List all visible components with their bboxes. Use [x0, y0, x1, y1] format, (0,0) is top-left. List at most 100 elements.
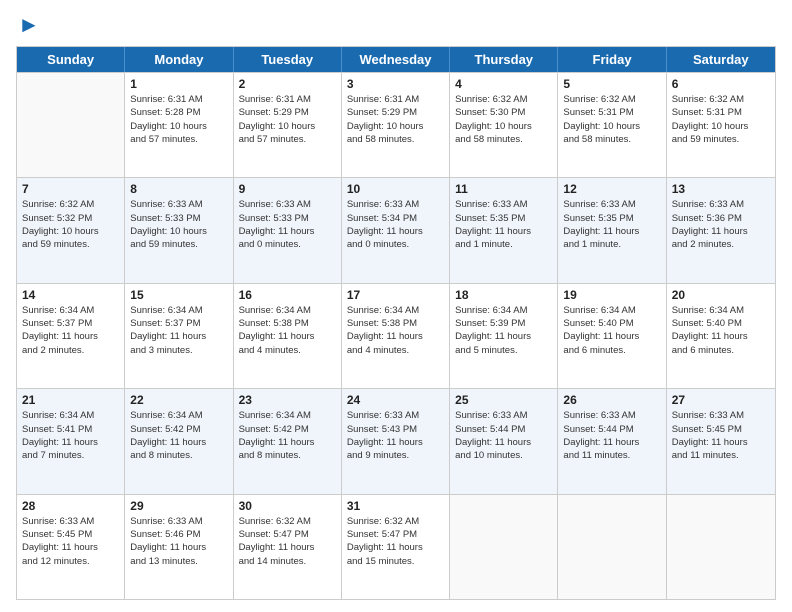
- day-info: Sunrise: 6:32 AM Sunset: 5:47 PM Dayligh…: [239, 515, 336, 568]
- day-cell-19: 19 Sunrise: 6:34 AM Sunset: 5:40 PM Dayli…: [558, 284, 666, 388]
- day-info: Sunrise: 6:34 AM Sunset: 5:41 PM Dayligh…: [22, 409, 119, 462]
- day-info: Sunrise: 6:33 AM Sunset: 5:35 PM Dayligh…: [455, 198, 552, 251]
- day-number: 12: [563, 182, 660, 196]
- day-info: Sunrise: 6:33 AM Sunset: 5:44 PM Dayligh…: [455, 409, 552, 462]
- day-cell-15: 15 Sunrise: 6:34 AM Sunset: 5:37 PM Dayli…: [125, 284, 233, 388]
- day-cell-8: 8 Sunrise: 6:33 AM Sunset: 5:33 PM Daylig…: [125, 178, 233, 282]
- day-cell-17: 17 Sunrise: 6:34 AM Sunset: 5:38 PM Dayli…: [342, 284, 450, 388]
- day-number: 19: [563, 288, 660, 302]
- empty-cell: [17, 73, 125, 177]
- header-day-monday: Monday: [125, 47, 233, 72]
- day-number: 1: [130, 77, 227, 91]
- logo: ►: [16, 12, 40, 38]
- day-cell-5: 5 Sunrise: 6:32 AM Sunset: 5:31 PM Daylig…: [558, 73, 666, 177]
- page: ► SundayMondayTuesdayWednesdayThursdayFr…: [0, 0, 792, 612]
- day-cell-21: 21Sunrise: 6:34 AM Sunset: 5:41 PM Dayli…: [17, 389, 125, 493]
- day-cell-13: 13 Sunrise: 6:33 AM Sunset: 5:36 PM Dayli…: [667, 178, 775, 282]
- header-day-wednesday: Wednesday: [342, 47, 450, 72]
- calendar-header: SundayMondayTuesdayWednesdayThursdayFrid…: [17, 47, 775, 72]
- day-cell-31: 31 Sunrise: 6:32 AM Sunset: 5:47 PM Dayli…: [342, 495, 450, 599]
- day-cell-11: 11 Sunrise: 6:33 AM Sunset: 5:35 PM Dayli…: [450, 178, 558, 282]
- day-info: Sunrise: 6:33 AM Sunset: 5:33 PM Dayligh…: [130, 198, 227, 251]
- day-info: Sunrise: 6:33 AM Sunset: 5:46 PM Dayligh…: [130, 515, 227, 568]
- day-number: 31: [347, 499, 444, 513]
- day-cell-4: 4Sunrise: 6:32 AM Sunset: 5:30 PM Daylig…: [450, 73, 558, 177]
- day-number: 15: [130, 288, 227, 302]
- day-number: 14: [22, 288, 119, 302]
- day-number: 2: [239, 77, 336, 91]
- day-cell-30: 30Sunrise: 6:32 AM Sunset: 5:47 PM Dayli…: [234, 495, 342, 599]
- day-cell-27: 27 Sunrise: 6:33 AM Sunset: 5:45 PM Dayli…: [667, 389, 775, 493]
- day-number: 17: [347, 288, 444, 302]
- day-number: 26: [563, 393, 660, 407]
- day-number: 16: [239, 288, 336, 302]
- day-info: Sunrise: 6:32 AM Sunset: 5:47 PM Dayligh…: [347, 515, 444, 568]
- day-number: 8: [130, 182, 227, 196]
- day-info: Sunrise: 6:33 AM Sunset: 5:35 PM Dayligh…: [563, 198, 660, 251]
- day-number: 3: [347, 77, 444, 91]
- day-number: 29: [130, 499, 227, 513]
- day-cell-22: 22 Sunrise: 6:34 AM Sunset: 5:42 PM Dayli…: [125, 389, 233, 493]
- day-cell-12: 12 Sunrise: 6:33 AM Sunset: 5:35 PM Dayli…: [558, 178, 666, 282]
- day-info: Sunrise: 6:33 AM Sunset: 5:36 PM Dayligh…: [672, 198, 770, 251]
- week-row-5: 28Sunrise: 6:33 AM Sunset: 5:45 PM Dayli…: [17, 494, 775, 599]
- day-info: Sunrise: 6:33 AM Sunset: 5:33 PM Dayligh…: [239, 198, 336, 251]
- day-cell-9: 9 Sunrise: 6:33 AM Sunset: 5:33 PM Daylig…: [234, 178, 342, 282]
- day-info: Sunrise: 6:34 AM Sunset: 5:37 PM Dayligh…: [130, 304, 227, 357]
- day-cell-26: 26 Sunrise: 6:33 AM Sunset: 5:44 PM Dayli…: [558, 389, 666, 493]
- week-row-2: 7 Sunrise: 6:32 AM Sunset: 5:32 PM Daylig…: [17, 177, 775, 282]
- day-info: Sunrise: 6:31 AM Sunset: 5:29 PM Dayligh…: [239, 93, 336, 146]
- header-day-saturday: Saturday: [667, 47, 775, 72]
- day-info: Sunrise: 6:32 AM Sunset: 5:31 PM Dayligh…: [672, 93, 770, 146]
- empty-cell: [450, 495, 558, 599]
- day-info: Sunrise: 6:34 AM Sunset: 5:38 PM Dayligh…: [239, 304, 336, 357]
- week-row-3: 14 Sunrise: 6:34 AM Sunset: 5:37 PM Dayli…: [17, 283, 775, 388]
- day-number: 11: [455, 182, 552, 196]
- week-row-4: 21Sunrise: 6:34 AM Sunset: 5:41 PM Dayli…: [17, 388, 775, 493]
- calendar: SundayMondayTuesdayWednesdayThursdayFrid…: [16, 46, 776, 600]
- day-cell-25: 25 Sunrise: 6:33 AM Sunset: 5:44 PM Dayli…: [450, 389, 558, 493]
- day-number: 23: [239, 393, 336, 407]
- day-number: 7: [22, 182, 119, 196]
- day-number: 28: [22, 499, 119, 513]
- day-info: Sunrise: 6:34 AM Sunset: 5:42 PM Dayligh…: [239, 409, 336, 462]
- calendar-body: 1 Sunrise: 6:31 AM Sunset: 5:28 PM Daylig…: [17, 72, 775, 599]
- day-cell-7: 7 Sunrise: 6:32 AM Sunset: 5:32 PM Daylig…: [17, 178, 125, 282]
- logo-bird-icon: ►: [18, 12, 40, 38]
- day-cell-29: 29 Sunrise: 6:33 AM Sunset: 5:46 PM Dayli…: [125, 495, 233, 599]
- day-number: 10: [347, 182, 444, 196]
- day-cell-16: 16 Sunrise: 6:34 AM Sunset: 5:38 PM Dayli…: [234, 284, 342, 388]
- day-number: 27: [672, 393, 770, 407]
- day-info: Sunrise: 6:32 AM Sunset: 5:31 PM Dayligh…: [563, 93, 660, 146]
- day-number: 6: [672, 77, 770, 91]
- day-info: Sunrise: 6:34 AM Sunset: 5:42 PM Dayligh…: [130, 409, 227, 462]
- day-info: Sunrise: 6:31 AM Sunset: 5:29 PM Dayligh…: [347, 93, 444, 146]
- day-number: 25: [455, 393, 552, 407]
- day-number: 13: [672, 182, 770, 196]
- day-number: 18: [455, 288, 552, 302]
- day-cell-1: 1 Sunrise: 6:31 AM Sunset: 5:28 PM Daylig…: [125, 73, 233, 177]
- day-info: Sunrise: 6:34 AM Sunset: 5:38 PM Dayligh…: [347, 304, 444, 357]
- day-info: Sunrise: 6:31 AM Sunset: 5:28 PM Dayligh…: [130, 93, 227, 146]
- day-number: 24: [347, 393, 444, 407]
- day-cell-10: 10Sunrise: 6:33 AM Sunset: 5:34 PM Dayli…: [342, 178, 450, 282]
- day-number: 4: [455, 77, 552, 91]
- day-info: Sunrise: 6:34 AM Sunset: 5:40 PM Dayligh…: [672, 304, 770, 357]
- day-info: Sunrise: 6:34 AM Sunset: 5:40 PM Dayligh…: [563, 304, 660, 357]
- day-cell-3: 3 Sunrise: 6:31 AM Sunset: 5:29 PM Daylig…: [342, 73, 450, 177]
- day-cell-24: 24 Sunrise: 6:33 AM Sunset: 5:43 PM Dayli…: [342, 389, 450, 493]
- day-info: Sunrise: 6:33 AM Sunset: 5:44 PM Dayligh…: [563, 409, 660, 462]
- day-info: Sunrise: 6:33 AM Sunset: 5:43 PM Dayligh…: [347, 409, 444, 462]
- empty-cell: [558, 495, 666, 599]
- day-cell-18: 18 Sunrise: 6:34 AM Sunset: 5:39 PM Dayli…: [450, 284, 558, 388]
- day-number: 20: [672, 288, 770, 302]
- day-info: Sunrise: 6:32 AM Sunset: 5:32 PM Dayligh…: [22, 198, 119, 251]
- day-info: Sunrise: 6:33 AM Sunset: 5:45 PM Dayligh…: [672, 409, 770, 462]
- day-cell-14: 14Sunrise: 6:34 AM Sunset: 5:37 PM Dayli…: [17, 284, 125, 388]
- header: ►: [16, 12, 776, 38]
- day-number: 5: [563, 77, 660, 91]
- day-info: Sunrise: 6:34 AM Sunset: 5:39 PM Dayligh…: [455, 304, 552, 357]
- day-number: 9: [239, 182, 336, 196]
- day-cell-28: 28Sunrise: 6:33 AM Sunset: 5:45 PM Dayli…: [17, 495, 125, 599]
- day-number: 22: [130, 393, 227, 407]
